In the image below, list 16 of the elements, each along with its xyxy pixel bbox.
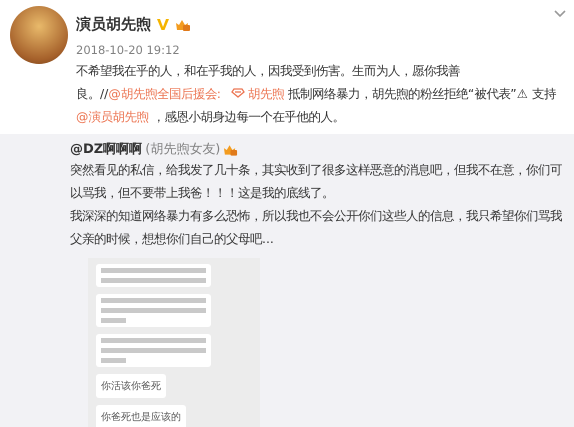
verified-icon [156, 18, 170, 31]
author-remark: (胡先煦女友) [145, 141, 220, 158]
message-bubble: 你爸死也是应该的 [96, 405, 186, 427]
post-text: 不希望我在乎的人，和在乎我的人，因我受到伤害。生而为人，愿你我善良。//@胡先煦全国后援会: 胡先煦 抵制网络暴力，胡先煦的粉丝拒绝“被代表”⚠ 支持 @演员胡先煦 ，感恩小胡身边每一个在乎他的人。 [76, 62, 557, 126]
repost-author[interactable]: @DZ啊啊啊 [70, 140, 142, 158]
topic-link[interactable]: 胡先煦 [220, 86, 284, 101]
post-time[interactable]: 2018-10-20 19:12 [76, 43, 566, 57]
diamond-icon [230, 88, 245, 98]
mention-link[interactable]: @演员胡先煦 [76, 109, 148, 124]
message-bubble: 你活该你爸死 [96, 374, 166, 398]
repost-paragraph: 突然看见的私信，给我发了几十条，其实收到了很多这样恶意的消息吧，但我不在意，你们可以骂我，但不要带上我爸！！！这是我的底线了。 [70, 161, 563, 202]
chevron-down-icon[interactable] [554, 10, 566, 18]
author-name[interactable]: 演员胡先煦 [76, 15, 151, 34]
repost-paragraph: 我深深的知道网络暴力有多么恐怖，所以我也不会公开你们这些人的信息，我只希望你们骂我父亲的时候，想想你们自己的父母吧... [70, 207, 563, 248]
mention-link[interactable]: @胡先煦全国后援会: [108, 86, 221, 101]
chat-screenshot[interactable]: 你活该你爸死 你爸死也是应该的 [88, 258, 260, 427]
